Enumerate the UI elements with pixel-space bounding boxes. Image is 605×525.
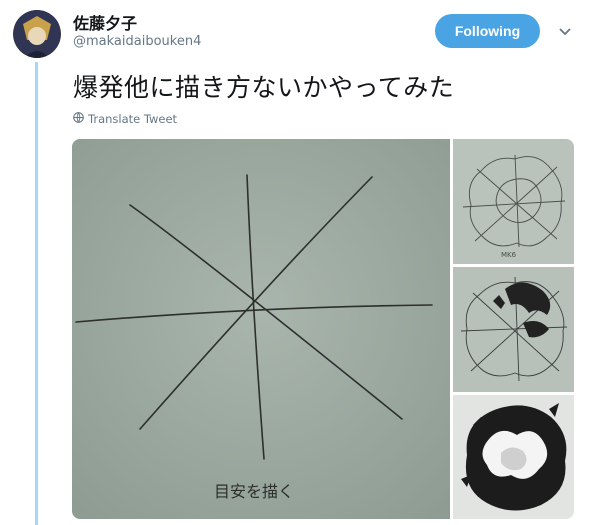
globe-icon — [73, 112, 84, 126]
translate-tweet-label: Translate Tweet — [88, 112, 178, 126]
photo-thumb-2[interactable] — [453, 267, 574, 392]
thread-line — [35, 62, 38, 525]
thumb1-caption: MK6 — [501, 251, 517, 259]
following-button[interactable]: Following — [435, 14, 540, 48]
chevron-down-icon[interactable] — [556, 22, 574, 40]
tweet-text: 爆発他に描き方ないかやってみた — [73, 73, 455, 102]
photo-thumb-3[interactable] — [453, 395, 574, 519]
translate-tweet-link[interactable]: Translate Tweet — [73, 112, 177, 126]
display-name[interactable]: 佐藤夕子 — [73, 10, 137, 34]
photo-thumb-1[interactable]: MK6 — [453, 139, 574, 264]
photo-main[interactable]: 目安を描く — [72, 139, 450, 519]
main-photo-caption: 目安を描く — [214, 482, 294, 501]
avatar[interactable] — [13, 10, 61, 58]
user-handle[interactable]: @makaidaibouken4 — [73, 34, 201, 49]
media-grid: 目安を描く MK6 — [72, 139, 574, 519]
